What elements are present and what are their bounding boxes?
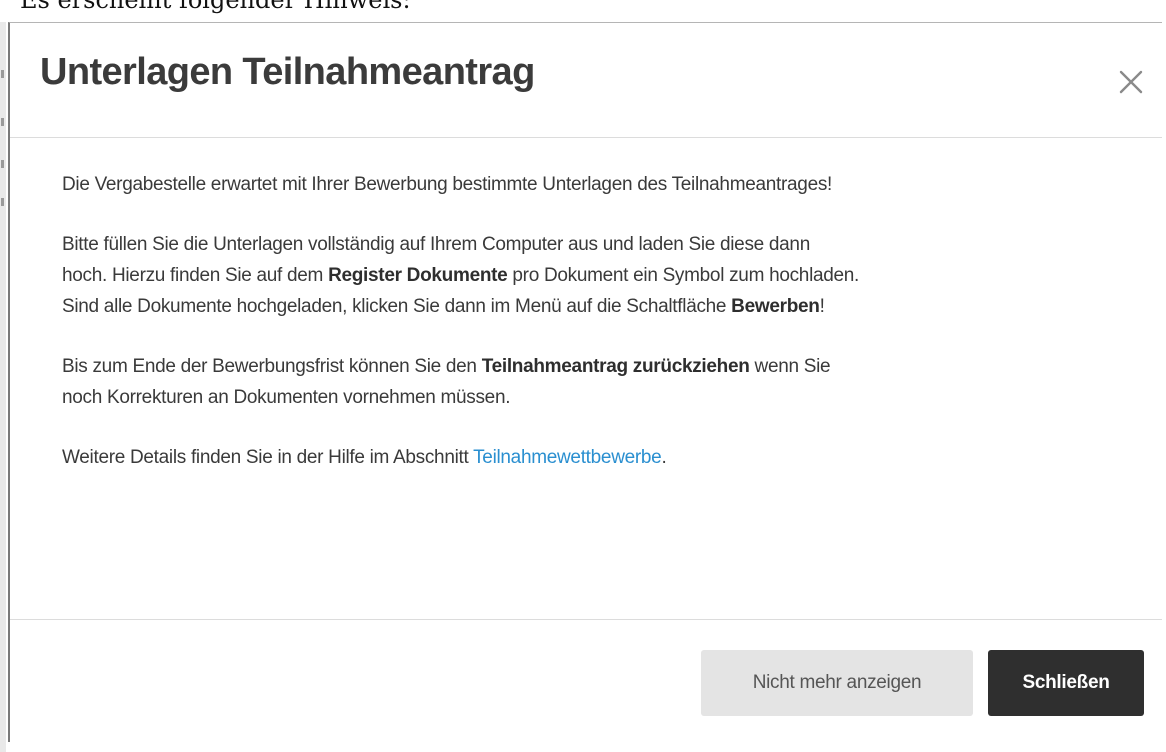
instructions-line-3: Sind alle Dokumente hochgeladen, klicken… [62, 291, 1142, 322]
withdraw-line-1: Bis zum Ende der Bewerbungsfrist können … [62, 351, 1142, 382]
dialog-header: Unterlagen Teilnahmeantrag [10, 23, 1162, 138]
dialog-body: Die Vergabestelle erwartet mit Ihrer Bew… [62, 169, 1142, 502]
close-icon [1119, 70, 1143, 94]
background-mark [1, 160, 4, 168]
instructions-line-2: hoch. Hierzu finden Sie auf dem Register… [62, 260, 1142, 291]
close-button[interactable] [1114, 65, 1148, 99]
dont-show-again-button[interactable]: Nicht mehr anzeigen [701, 650, 973, 716]
withdraw-text: Bis zum Ende der Bewerbungsfrist können … [62, 356, 482, 377]
register-documents-emphasis: Register Dokumente [328, 265, 508, 286]
instructions-line-1: Bitte füllen Sie die Unterlagen vollstän… [62, 234, 810, 255]
background-mark [1, 118, 4, 126]
dialog-footer: Nicht mehr anzeigen Schließen [10, 619, 1162, 743]
document-intro-text: Es erscheint folgender Hinweis: [20, 0, 411, 14]
body-paragraph-instructions: Bitte füllen Sie die Unterlagen vollstän… [62, 229, 1142, 322]
background-mark [1, 70, 4, 78]
help-text: . [661, 447, 667, 468]
instructions-text: ! [819, 296, 825, 317]
instructions-text: hoch. Hierzu finden Sie auf dem [62, 265, 329, 286]
apply-button-emphasis: Bewerben [731, 296, 820, 317]
body-paragraph-help: Weitere Details finden Sie in der Hilfe … [62, 442, 1142, 473]
close-dialog-button[interactable]: Schließen [988, 650, 1144, 716]
withdraw-emphasis: Teilnahmeantrag zurückziehen [481, 356, 750, 377]
body-paragraph-requirements: Die Vergabestelle erwartet mit Ihrer Bew… [62, 169, 1142, 200]
instructions-text: Sind alle Dokumente hochgeladen, klicken… [62, 296, 732, 317]
background-page-edge [0, 22, 6, 752]
instructions-text: pro Dokument ein Symbol zum hochladen. [507, 265, 860, 286]
body-paragraph-withdraw: Bis zum Ende der Bewerbungsfrist können … [62, 351, 1142, 413]
withdraw-text: wenn Sie [749, 356, 831, 377]
help-link-teilnahmewettbewerbe[interactable]: Teilnahmewettbewerbe [473, 447, 662, 468]
page: Es erscheint folgender Hinweis: Unterlag… [0, 0, 1166, 752]
modal-dialog: Unterlagen Teilnahmeantrag Die Vergabest… [8, 22, 1162, 742]
requirements-text: Die Vergabestelle erwartet mit Ihrer Bew… [62, 174, 833, 195]
background-mark [1, 198, 4, 206]
withdraw-line-2: noch Korrekturen an Dokumenten vornehmen… [62, 387, 511, 408]
dialog-title: Unterlagen Teilnahmeantrag [40, 51, 535, 93]
help-text: Weitere Details finden Sie in der Hilfe … [62, 447, 474, 468]
